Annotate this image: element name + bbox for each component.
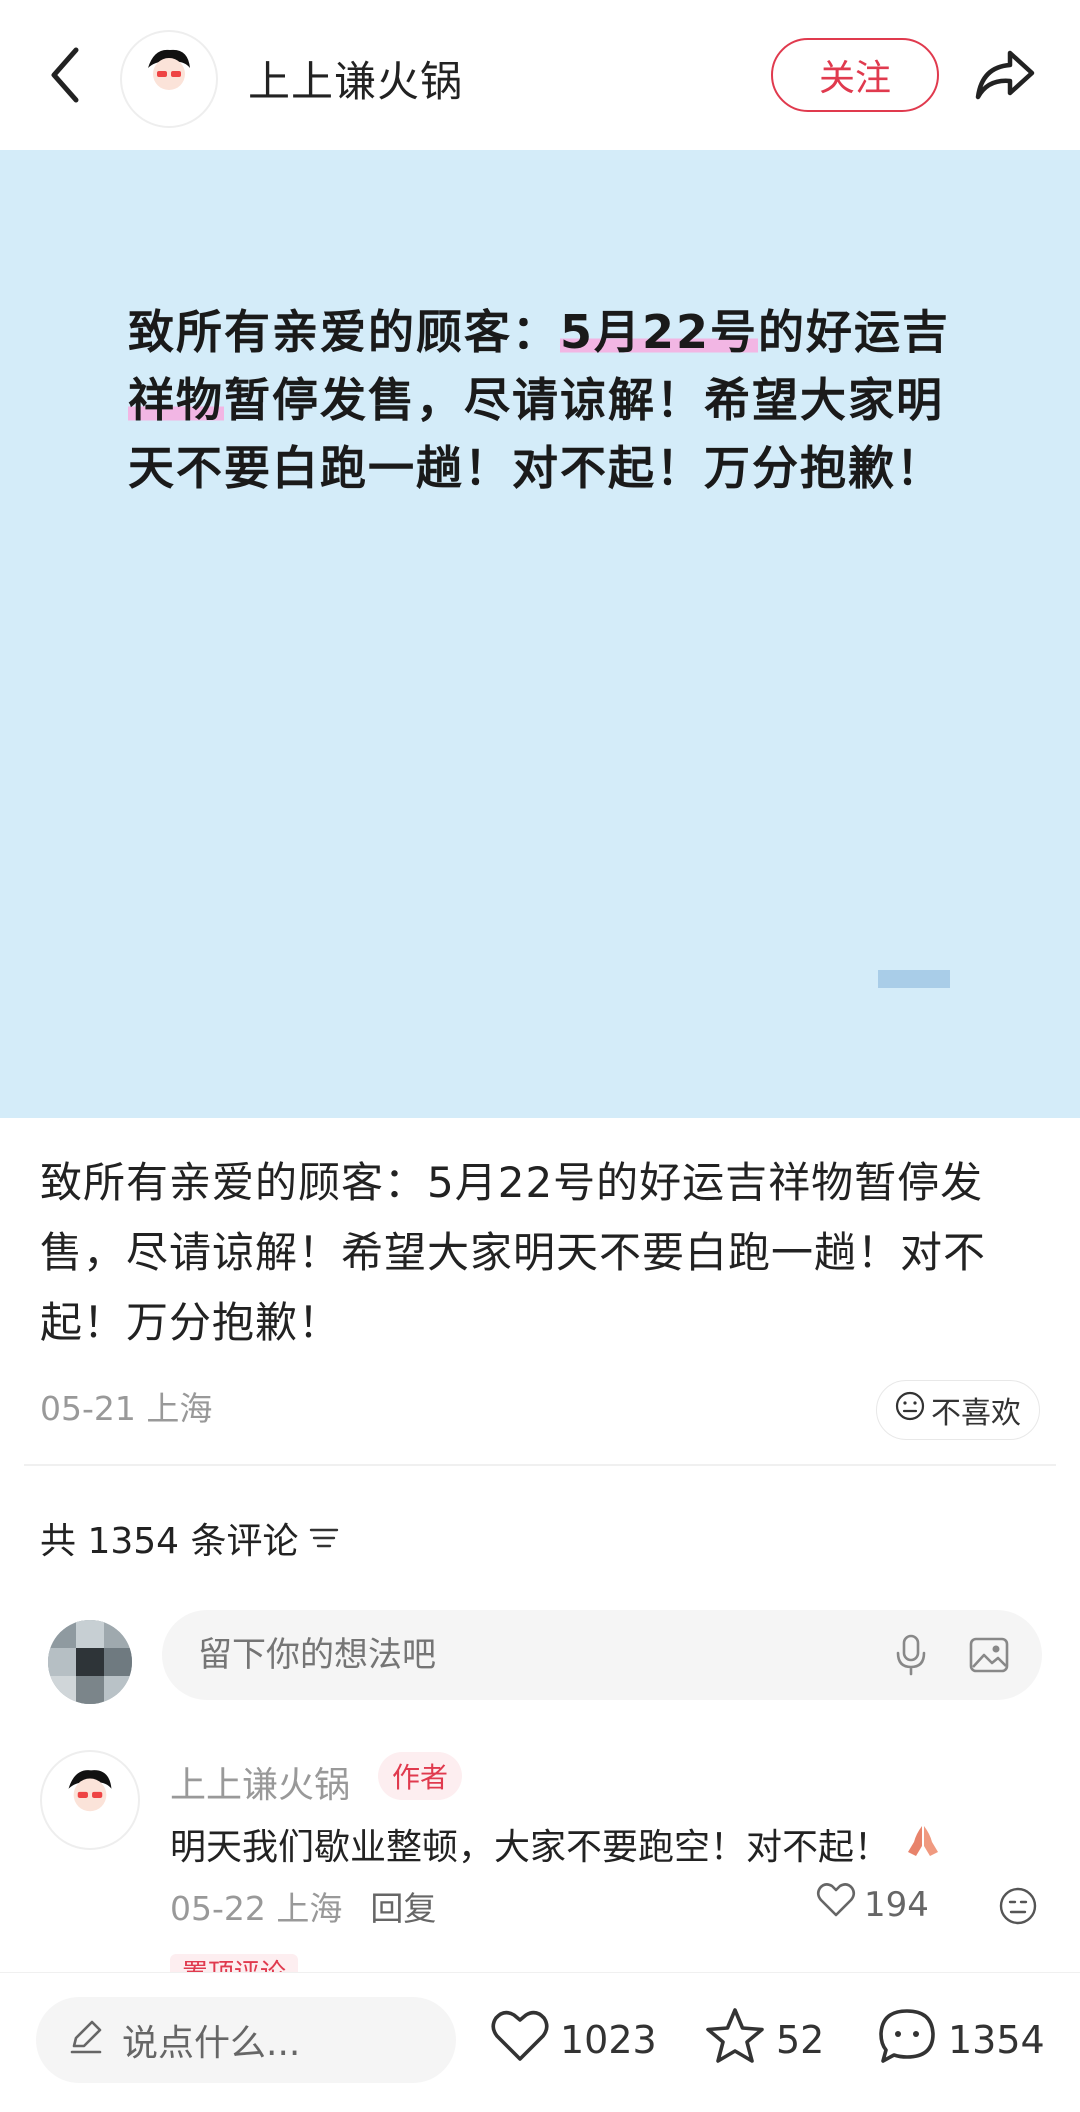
comment-author-name[interactable]: 上上谦火锅 [170,1756,350,1808]
heart-icon [490,2009,550,2072]
pencil-icon [66,2016,106,2065]
comment-like-button[interactable]: 194 [816,1882,929,1927]
hero-text-part: 暂停发售，尽请谅解！希望大家明天不要白跑一趟！对不起！万分抱歉！ [128,373,944,495]
say-something-input[interactable]: 说点什么... [36,1997,456,2083]
author-avatar[interactable] [120,30,218,128]
emoji-reaction-icon[interactable] [996,1884,1040,1928]
post-detail-page: 上上谦火锅 关注 致所有亲爱的顾客：5月22号的好运吉祥物暂停发售，尽请谅解！希… [0,0,1080,2112]
comment-meta: 05-22 上海 回复 [170,1882,436,1930]
post-like-button[interactable]: 1023 [490,2007,657,2073]
comment-count-header[interactable]: 共 1354 条评论 [40,1512,339,1564]
post-comment-button[interactable]: 1354 [876,2007,1045,2073]
post-collect-count: 52 [776,2018,825,2062]
post-image-text: 致所有亲爱的顾客：5月22号的好运吉祥物暂停发售，尽请谅解！希望大家明天不要白跑… [128,298,968,502]
image-watermark [878,970,950,988]
image-icon[interactable] [966,1632,1012,1678]
filter-lines-icon[interactable] [309,1518,339,1559]
comment-like-count: 194 [864,1884,929,1925]
post-date-location: 05-21 上海 [40,1389,213,1428]
comment-author-avatar[interactable] [40,1750,140,1850]
bottom-action-bar: 说点什么... 1023 52 1354 [0,1972,1080,2112]
hero-text-part: 的好运吉 [758,305,951,359]
comment-date-location: 05-22 上海 [170,1889,343,1928]
dislike-label: 不喜欢 [931,1396,1021,1431]
post-collect-button[interactable]: 52 [704,2007,824,2073]
hero-text-highlight: 祥物 [128,373,224,427]
follow-button[interactable]: 关注 [771,38,939,112]
post-comment-count: 1354 [948,2018,1045,2062]
hero-text-part: 致所有亲爱的顾客： [128,305,560,359]
dislike-button[interactable]: 不喜欢 [876,1380,1040,1440]
heart-icon [816,1882,856,1927]
reply-button[interactable]: 回复 [370,1882,436,1930]
mic-icon[interactable] [888,1632,934,1678]
comment-text-content: 明天我们歇业整顿，大家不要跑空！对不起！ [170,1827,891,1868]
post-image[interactable]: 致所有亲爱的顾客：5月22号的好运吉祥物暂停发售，尽请谅解！希望大家明天不要白跑… [0,150,1080,1118]
post-like-count: 1023 [560,2018,657,2062]
pray-hands-icon [902,1820,944,1869]
comment-bubble-icon [876,2006,938,2075]
post-body-text: 致所有亲爱的顾客：5月22号的好运吉祥物暂停发售，尽请谅解！希望大家明天不要白跑… [40,1158,987,1347]
my-avatar[interactable] [48,1620,132,1704]
hero-text-highlight: 5月22号 [560,305,759,359]
say-placeholder: 说点什么... [122,2023,301,2064]
comment-count-label: 共 1354 条评论 [40,1521,299,1562]
share-icon[interactable] [970,44,1040,106]
divider [24,1464,1056,1466]
comment-text: 明天我们歇业整顿，大家不要跑空！对不起！ [170,1818,944,1870]
author-name[interactable]: 上上谦火锅 [248,48,463,109]
author-tag-badge: 作者 [378,1752,463,1800]
star-icon [704,2006,766,2075]
back-arrow-icon[interactable] [40,42,90,108]
top-nav-bar: 上上谦火锅 关注 [0,0,1080,150]
smile-face-icon [895,1391,925,1429]
